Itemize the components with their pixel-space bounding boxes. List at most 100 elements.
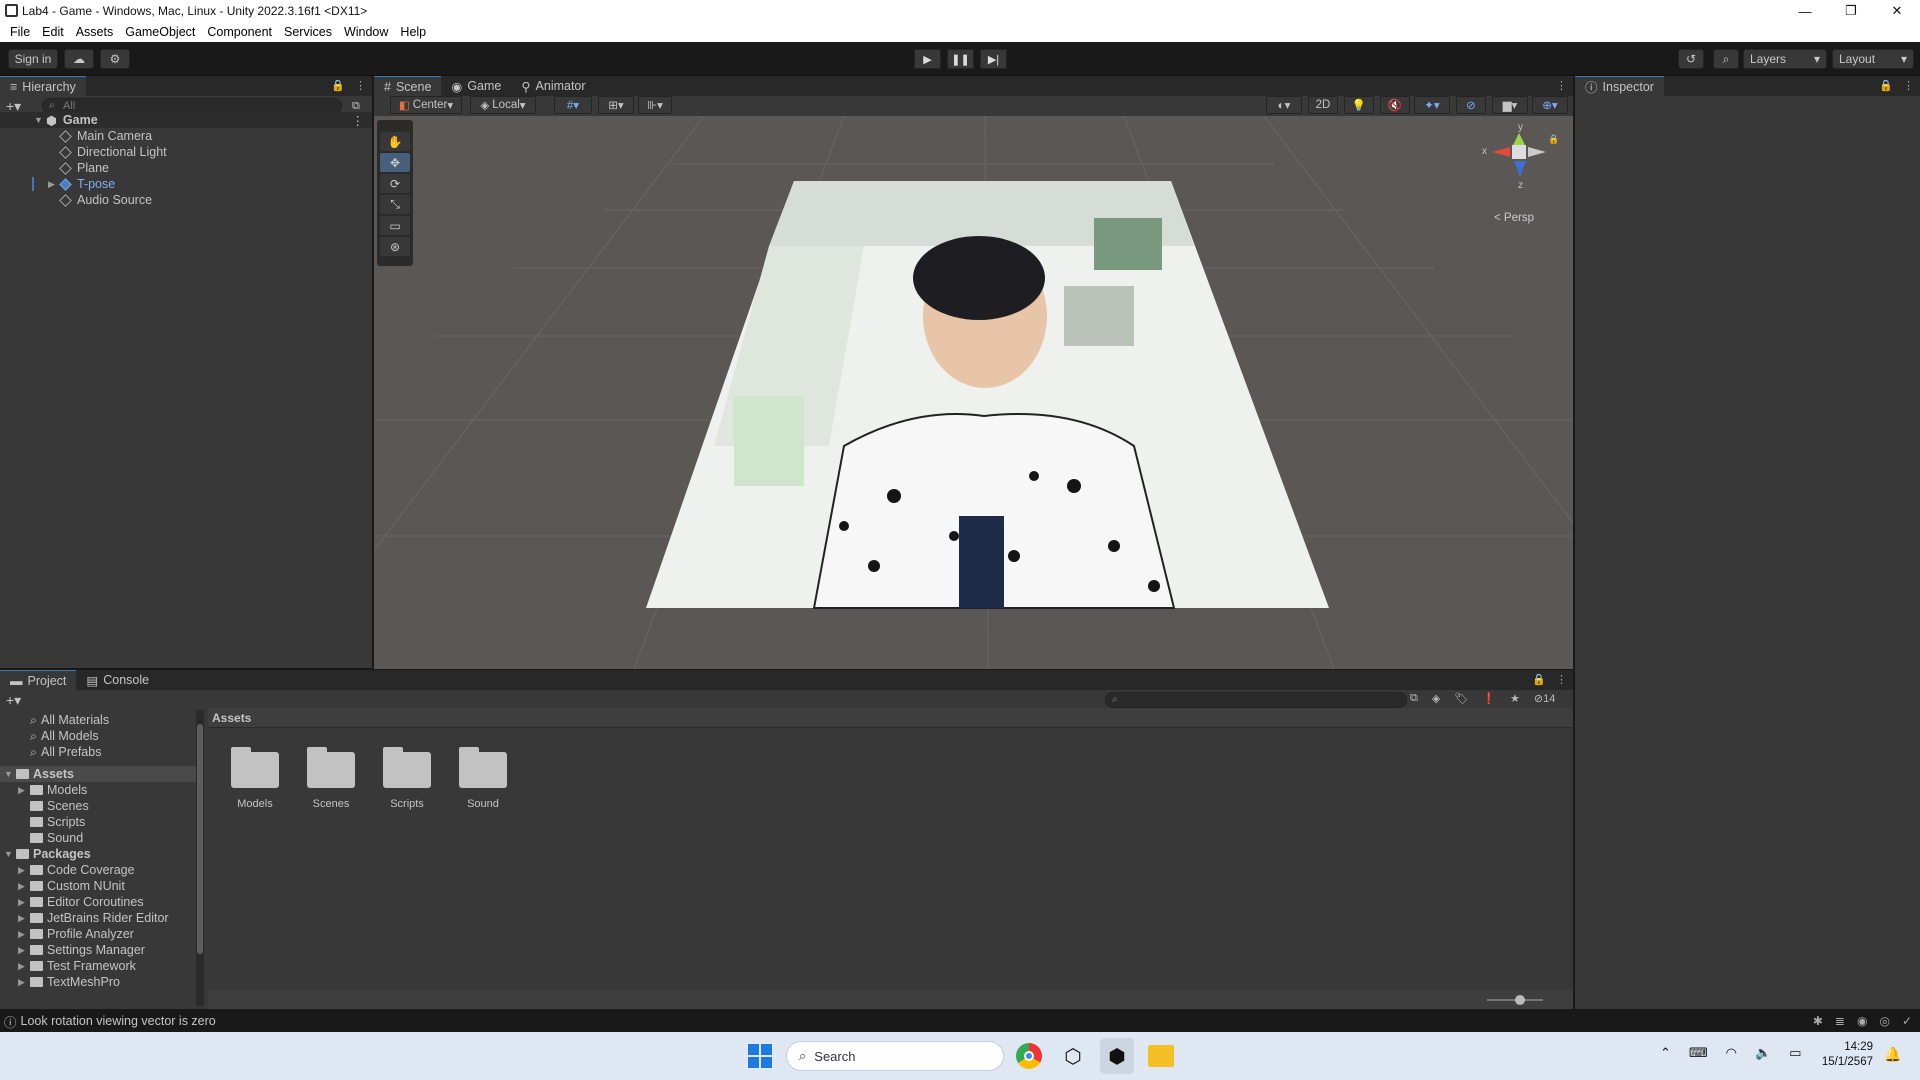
hand-tool-button[interactable]: ✋	[380, 132, 410, 151]
search-by-label-icon[interactable]: ◈	[1432, 692, 1440, 705]
tree-package-item[interactable]: ▶ Settings Manager	[18, 942, 145, 958]
grid-folder-sound[interactable]: Sound	[458, 747, 508, 810]
slider-thumb[interactable]	[1515, 995, 1525, 1005]
stack-icon[interactable]: ≣	[1835, 1014, 1845, 1028]
snap-grid-button[interactable]: #▾	[554, 96, 592, 114]
pause-button[interactable]: ❚❚	[947, 49, 974, 69]
history-button[interactable]: ↺	[1678, 49, 1704, 69]
play-button[interactable]: ▶	[914, 49, 941, 69]
scale-tool-button[interactable]: ⤡	[380, 195, 410, 214]
rect-tool-button[interactable]: ▭	[380, 216, 410, 235]
hierarchy-item-audio-source[interactable]: Audio Source	[59, 192, 152, 208]
lock-icon[interactable]: 🔒	[1532, 673, 1546, 686]
favorite-all-prefabs[interactable]: ⌕ All Prefabs	[30, 744, 101, 760]
grid-folder-scenes[interactable]: Scenes	[306, 747, 356, 810]
cloud-button[interactable]: ☁	[64, 49, 94, 69]
draw-mode-dropdown[interactable]: ◐▾	[1266, 96, 1302, 114]
tree-folder-scenes[interactable]: Scenes	[30, 798, 89, 814]
menu-file[interactable]: File	[4, 25, 36, 39]
unity-hub-taskbar-icon[interactable]: ⬡	[1060, 1043, 1086, 1069]
toggle-2d-button[interactable]: 2D	[1308, 96, 1338, 114]
tree-package-item[interactable]: ▶ Code Coverage	[18, 862, 135, 878]
tab-console[interactable]: ▤ Console	[76, 670, 159, 690]
tree-assets-root[interactable]: ▼ Assets	[0, 766, 196, 782]
layers-dropdown[interactable]: Layers ▾	[1743, 49, 1827, 69]
tab-scene[interactable]: # Scene	[374, 76, 442, 96]
volume-icon[interactable]: 🔈	[1755, 1045, 1771, 1061]
windows-start-button[interactable]	[748, 1044, 772, 1068]
grid-folder-models[interactable]: Models	[230, 747, 280, 810]
tab-hierarchy[interactable]: ≡ Hierarchy	[0, 76, 86, 96]
collab-button[interactable]: ⚙	[100, 49, 130, 69]
menu-help[interactable]: Help	[394, 25, 432, 39]
scrollbar-thumb[interactable]	[197, 724, 203, 954]
battery-icon[interactable]: ▭	[1789, 1045, 1801, 1061]
tree-folder-sound[interactable]: Sound	[30, 830, 83, 846]
icon-size-slider[interactable]	[1487, 995, 1543, 1005]
warning-icon[interactable]: ❗	[1482, 692, 1496, 705]
menu-services[interactable]: Services	[278, 25, 338, 39]
projection-toggle[interactable]: < Persp	[1494, 212, 1534, 224]
tab-inspector[interactable]: ⓘ Inspector	[1575, 76, 1664, 96]
effects-dropdown[interactable]: ✦▾	[1414, 96, 1450, 114]
lock-icon[interactable]: 🔒	[1879, 79, 1893, 92]
chevron-up-icon[interactable]: ⌃	[1660, 1045, 1671, 1061]
pivot-dropdown[interactable]: ◧ Center ▾	[390, 96, 462, 114]
rotate-tool-button[interactable]: ⟳	[380, 174, 410, 193]
increment-snap-button[interactable]: ⊪▾	[638, 96, 672, 114]
more-icon[interactable]: ⋮	[1903, 79, 1914, 92]
search-by-type-icon[interactable]: ⧉	[1410, 692, 1418, 705]
hierarchy-item-plane[interactable]: Plane	[59, 160, 109, 176]
tab-project[interactable]: ▬ Project	[0, 670, 77, 690]
more-icon[interactable]: ⋮	[352, 113, 365, 128]
tree-package-item[interactable]: ▶ TextMeshPro	[18, 974, 120, 990]
space-dropdown[interactable]: ◈ Local ▾	[470, 96, 536, 114]
grid-folder-scripts[interactable]: Scripts	[382, 747, 432, 810]
file-explorer-taskbar-icon[interactable]	[1148, 1045, 1174, 1067]
progress-icon[interactable]: ◉	[1857, 1014, 1867, 1028]
grid-toggle-button[interactable]: ⊞▾	[598, 96, 634, 114]
menu-assets[interactable]: Assets	[70, 25, 120, 39]
favorite-icon[interactable]: ★	[1510, 692, 1520, 705]
tree-package-item[interactable]: ▶ Profile Analyzer	[18, 926, 134, 942]
favorite-all-materials[interactable]: ⌕ All Materials	[30, 712, 109, 728]
project-search[interactable]: ⌕	[1105, 692, 1407, 708]
lock-icon[interactable]: 🔒	[331, 79, 345, 92]
cache-icon[interactable]: ◎	[1879, 1014, 1889, 1028]
gizmos-dropdown[interactable]: ⊕▾	[1532, 96, 1568, 114]
lock-icon[interactable]: 🔒	[1548, 134, 1559, 145]
check-icon[interactable]: ✓	[1902, 1014, 1912, 1028]
tree-folder-scripts[interactable]: Scripts	[30, 814, 85, 830]
menu-component[interactable]: Component	[201, 25, 278, 39]
notification-icon[interactable]: 🔔	[1884, 1046, 1901, 1063]
tag-icon[interactable]: 🏷	[1454, 692, 1468, 705]
tree-package-item[interactable]: ▶ Editor Coroutines	[18, 894, 144, 910]
hidden-packages-toggle[interactable]: ⊘14	[1534, 692, 1555, 705]
menu-window[interactable]: Window	[338, 25, 394, 39]
wifi-icon[interactable]: ◠	[1726, 1045, 1737, 1061]
hierarchy-item-directional-light[interactable]: Directional Light	[59, 144, 167, 160]
tree-folder-models[interactable]: ▶ Models	[18, 782, 87, 798]
tree-package-item[interactable]: ▶ Test Framework	[18, 958, 136, 974]
camera-dropdown[interactable]: ▆▾	[1492, 96, 1528, 114]
tree-package-item[interactable]: ▶ Custom NUnit	[18, 878, 125, 894]
status-message[interactable]: Look rotation viewing vector is zero	[21, 1014, 216, 1028]
unity-editor-taskbar-icon[interactable]: ⬢	[1100, 1038, 1134, 1074]
more-icon[interactable]: ⋮	[1556, 673, 1567, 686]
breadcrumb-assets[interactable]: Assets	[212, 711, 251, 725]
lighting-toggle[interactable]: 💡	[1344, 96, 1374, 114]
tab-game[interactable]: ◉ Game	[441, 76, 511, 96]
minimize-button[interactable]: —	[1782, 0, 1828, 22]
audio-toggle[interactable]: 🔇	[1380, 96, 1410, 114]
language-icon[interactable]: ⌨	[1689, 1045, 1708, 1061]
layout-dropdown[interactable]: Layout ▾	[1832, 49, 1914, 69]
search-button[interactable]: ⌕	[1713, 49, 1739, 69]
close-button[interactable]: ✕	[1874, 0, 1920, 22]
scene-view[interactable]	[374, 116, 1573, 669]
debug-icon[interactable]: ✱	[1813, 1014, 1823, 1028]
create-asset-button[interactable]: +▾	[6, 692, 21, 709]
maximize-button[interactable]: ❐	[1828, 0, 1874, 22]
tab-animator[interactable]: ⚲ Animator	[511, 76, 595, 96]
sign-in-button[interactable]: Sign in	[8, 49, 58, 69]
hierarchy-item-main-camera[interactable]: Main Camera	[59, 128, 152, 144]
